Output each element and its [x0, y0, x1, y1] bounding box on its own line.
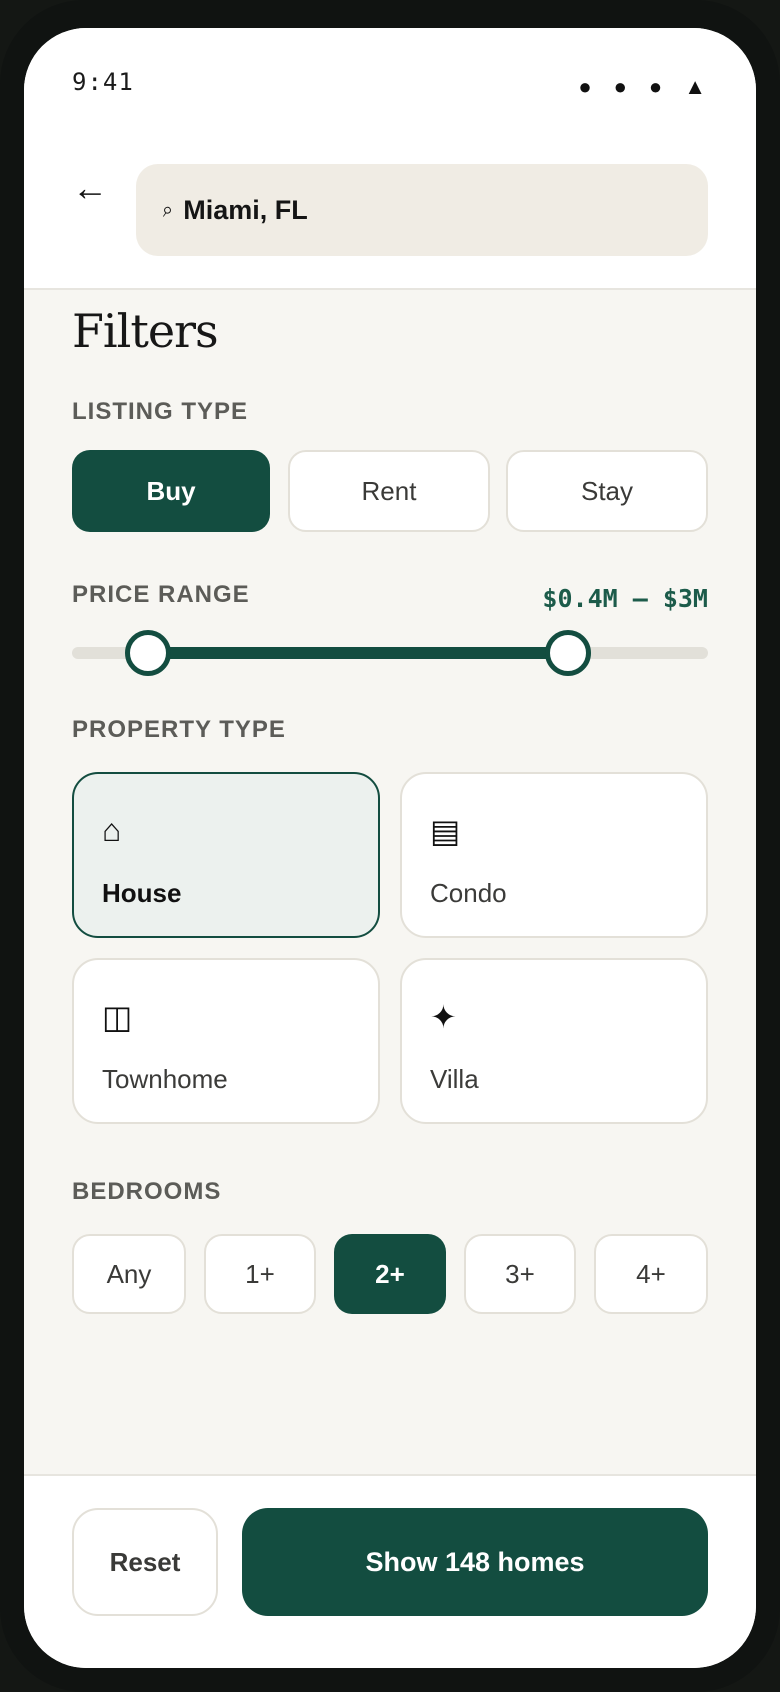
property-card-label: House [102, 878, 182, 908]
battery-dot-icon: ● [648, 74, 663, 99]
reset-button[interactable]: Reset [72, 1508, 218, 1616]
bedrooms-label: BEDROOMS [72, 1178, 222, 1205]
signal-dot-icon: ● [578, 74, 592, 99]
wifi-dot-icon: ● [613, 74, 627, 99]
status-time: 9:41 [72, 68, 134, 96]
phone-frame: 9:41 ● ● ● ▲ ← ⌕ Miami, FL Filters LISTI… [0, 0, 780, 1692]
property-card-label: Villa [430, 1064, 479, 1094]
property-card-condo[interactable]: ▤ Condo [400, 772, 708, 938]
triangle-icon: ▲ [684, 74, 706, 99]
townhome-icon: ◫ [102, 999, 133, 1035]
search-input[interactable]: ⌕ Miami, FL [136, 164, 708, 256]
villa-icon: ✦ [430, 999, 457, 1035]
status-bar: 9:41 ● ● ● ▲ [24, 28, 756, 136]
bedrooms-3plus[interactable]: 3+ [464, 1234, 576, 1314]
listing-option-stay[interactable]: Stay [506, 450, 708, 532]
property-card-townhome[interactable]: ◫ Townhome [72, 958, 380, 1124]
property-card-label: Condo [430, 878, 507, 908]
top-bar: ← ⌕ Miami, FL [24, 136, 756, 290]
screen: 9:41 ● ● ● ▲ ← ⌕ Miami, FL Filters LISTI… [24, 28, 756, 1668]
property-card-house[interactable]: ⌂ House [72, 772, 380, 938]
search-value: Miami, FL [183, 194, 308, 225]
listing-type-label: LISTING TYPE [72, 398, 249, 425]
footer-bar: Reset Show 148 homes [24, 1474, 756, 1668]
price-slider-track[interactable] [72, 630, 708, 676]
system-icons: ● ● ● ▲ [578, 76, 706, 98]
listing-option-rent[interactable]: Rent [288, 450, 490, 532]
show-homes-button[interactable]: Show 148 homes [242, 1508, 708, 1616]
property-card-label: Townhome [102, 1064, 228, 1094]
price-range-value: $0.4M – $3M [542, 584, 708, 613]
listing-option-buy[interactable]: Buy [72, 450, 270, 532]
price-min-handle[interactable] [125, 630, 172, 676]
price-range-label: PRICE RANGE [72, 581, 250, 608]
property-type-label: PROPERTY TYPE [72, 716, 286, 743]
page-title: Filters [72, 304, 219, 358]
price-slider-fill [148, 647, 569, 659]
bedrooms-any[interactable]: Any [72, 1234, 186, 1314]
property-card-villa[interactable]: ✦ Villa [400, 958, 708, 1124]
bedrooms-2plus[interactable]: 2+ [334, 1234, 446, 1314]
price-max-handle[interactable] [545, 630, 592, 676]
condo-icon: ▤ [430, 813, 461, 849]
search-icon: ⌕ [160, 197, 175, 222]
house-icon: ⌂ [102, 812, 122, 848]
bedrooms-1plus[interactable]: 1+ [204, 1234, 316, 1314]
bedrooms-4plus[interactable]: 4+ [594, 1234, 708, 1314]
back-arrow-icon[interactable]: ← [72, 166, 116, 210]
